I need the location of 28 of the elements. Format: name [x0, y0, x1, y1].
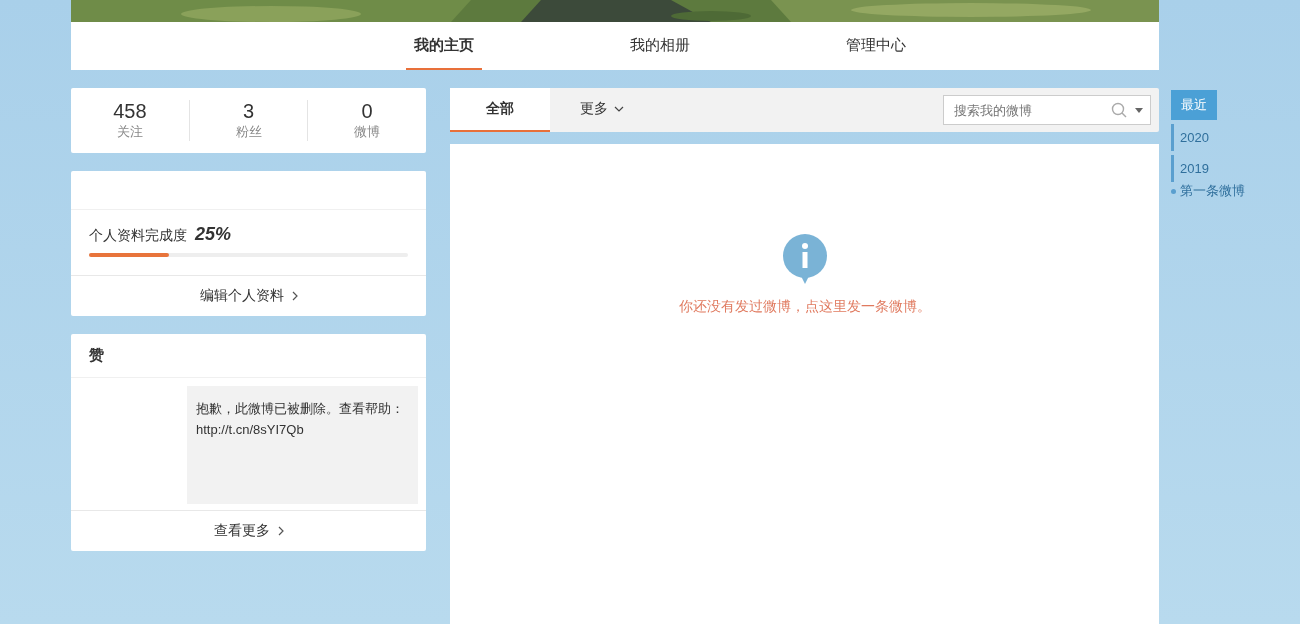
deleted-notice: 抱歉，此微博已被删除。查看帮助：http://t.cn/8sYI7Qb	[187, 386, 418, 504]
completion-label: 个人资料完成度	[89, 227, 187, 245]
stat-count[interactable]: 0	[361, 100, 373, 123]
feed-tab[interactable]: 全部	[450, 88, 550, 132]
timeline-link[interactable]: 第一条微博	[1180, 182, 1245, 200]
nav-tab[interactable]: 我的相册	[622, 22, 698, 70]
chevron-icon	[277, 526, 284, 536]
nav-tab[interactable]: 管理中心	[838, 22, 914, 70]
timeline-year[interactable]: 2020	[1171, 124, 1215, 151]
chevron-down-icon	[614, 106, 624, 112]
stat-count[interactable]: 458	[113, 100, 147, 123]
timeline-dot	[1171, 188, 1176, 194]
search-icon	[1111, 102, 1127, 118]
edit-profile-link[interactable]: 编辑个人资料	[71, 276, 426, 316]
stat-label[interactable]: 关注	[116, 123, 143, 141]
stat-count[interactable]: 3	[242, 100, 255, 123]
completion-percent: 25%	[195, 224, 232, 245]
stat-label[interactable]: 粉丝	[235, 123, 262, 141]
feed-tab[interactable]: 更多	[550, 88, 654, 132]
card-title: 赞	[71, 334, 426, 378]
timeline-year[interactable]: 2019	[1171, 155, 1215, 182]
info-icon	[782, 234, 827, 286]
nav-tab[interactable]: 我的主页	[406, 22, 482, 70]
search-field[interactable]: 搜索我的微博	[943, 95, 1151, 125]
view-more-link[interactable]: 查看更多	[71, 511, 426, 551]
stat-label[interactable]: 微博	[354, 123, 381, 141]
caret-icon	[1135, 108, 1143, 113]
chevron-icon	[291, 291, 298, 301]
